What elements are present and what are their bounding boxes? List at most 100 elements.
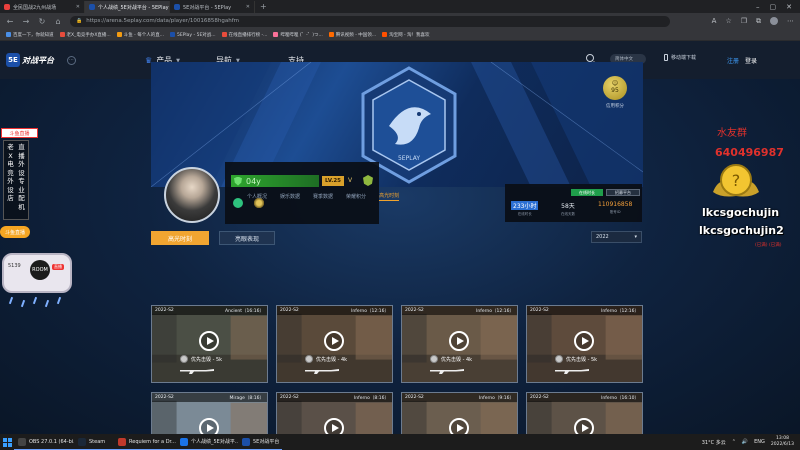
bookmark-icon	[328, 32, 334, 37]
screen: 全民国战2九州战场✕ 个人战绩_5E对战平台 - 5EPlay✕ 5E对战平台 …	[0, 0, 800, 450]
stream-overlay-right: 水友群 640496987 ? lkcsgochujin lkcsgochuji…	[699, 120, 800, 260]
year-select[interactable]: 2022 ▾	[591, 231, 642, 243]
tab-season[interactable]: 赛季数据	[313, 193, 333, 200]
login-link[interactable]: 登录	[745, 56, 757, 65]
bookmark-item[interactable]: 淘宝网 - 淘！我喜欢	[382, 32, 430, 38]
maximize-icon[interactable]: ▢	[770, 3, 777, 11]
rank-badge-icon[interactable]	[363, 175, 373, 186]
highlights-button[interactable]: 高光时刻	[151, 231, 209, 245]
forward-icon[interactable]: →	[22, 17, 30, 26]
taskbar-app[interactable]: Requiem for a Dr...	[114, 434, 176, 450]
stream-overlay-card: 5139 ROOM 直播	[2, 253, 72, 293]
close-icon[interactable]: ✕	[76, 4, 80, 10]
language-indicator[interactable]: ENG	[754, 439, 765, 445]
clock[interactable]: 13:08 2022/6/13	[771, 436, 794, 448]
site-logo[interactable]: 5E 对战平台	[6, 53, 54, 67]
tab-highlights[interactable]: 高光时刻	[379, 192, 400, 201]
toolbar-icons: A ☆ ❐ ⧉ ⋯	[712, 16, 794, 26]
full-note: (已满) (已满)	[755, 243, 782, 248]
browser-tab-1[interactable]: 全民国战2九州战场 ✕	[0, 1, 85, 13]
windows-start-icon[interactable]	[0, 434, 14, 450]
performance-button[interactable]: 亮眼表现	[219, 231, 275, 245]
credit-coin-icon: ☺ 95	[603, 76, 627, 100]
taskbar-app[interactable]: OBS 27.0.1 (64-bi...	[14, 434, 74, 450]
tab-honor[interactable]: 荣耀积分	[346, 193, 366, 200]
bookmark-item[interactable]: 斗鱼 - 每个人的直...	[116, 32, 164, 38]
card-header: 2022-S2 Inferno（16:10）	[527, 393, 642, 402]
medal-icon	[430, 355, 438, 363]
shield-icon	[234, 176, 242, 186]
extensions-icon[interactable]: ⧉	[756, 17, 761, 26]
gold-coin-icon: ?	[713, 164, 759, 197]
taskbar-app[interactable]: 个人战绩_5E对战平...	[176, 434, 238, 450]
volume-icon[interactable]: 🔊	[742, 439, 748, 445]
minimize-icon[interactable]: –	[756, 3, 760, 11]
bookmark-icon	[6, 32, 11, 37]
bookmark-item[interactable]: 5EPlay - 5E对战...	[170, 32, 216, 38]
shop-text-2: 直播外设专业配机	[18, 143, 25, 211]
card-header: 2022-S2 Mirage（8:16）	[152, 393, 267, 402]
play-icon[interactable]	[574, 331, 594, 351]
bookmark-icon	[273, 32, 279, 37]
home-icon[interactable]: ⌂	[54, 17, 62, 26]
logo-menu-icon[interactable]: ⋯	[67, 56, 76, 65]
tab-overview[interactable]: 个人概况	[247, 193, 267, 200]
highlight-card[interactable]: 2022-S2 Ancient（16:16） 优先击毁 - 5k	[151, 305, 268, 383]
collections-icon[interactable]: ❐	[741, 17, 747, 26]
level-vip: V	[348, 177, 353, 184]
browser-tab-2[interactable]: 个人战绩_5E对战平台 - 5EPlay✕	[85, 1, 170, 13]
medal-icon	[555, 355, 563, 363]
svg-text:5EPLAY: 5EPLAY	[398, 155, 420, 162]
bookmark-item[interactable]: 哔哩哔哩 (゜-゜)つ...	[273, 32, 323, 38]
system-tray: 31°C 多云 ⌃ 🔊 ENG 13:08 2022/6/13	[702, 436, 800, 448]
highlight-card[interactable]: 2022-S2 Inferno（12:16） 优先击毁 - 4k	[276, 305, 393, 383]
reload-icon[interactable]: ↻	[38, 17, 46, 26]
close-icon[interactable]: ✕	[246, 4, 250, 10]
wechat-id-2: lkcsgochujin2	[699, 224, 784, 237]
bookmarks-bar: 百度一下，你就知道 老X_电竞手办X直播... 斗鱼 - 每个人的直... 5E…	[0, 29, 800, 41]
bookmark-item[interactable]: 在线直播排行榜 -...	[221, 32, 267, 38]
card-header: 2022-S2 Ancient（16:16）	[152, 306, 267, 315]
bookmark-item[interactable]: 腾讯视频 - 中国领...	[328, 32, 376, 38]
medal-icon	[180, 355, 188, 363]
taskbar-app[interactable]: 5E对战平台	[238, 434, 282, 450]
new-tab-icon[interactable]: +	[255, 1, 272, 13]
search-icon[interactable]	[586, 54, 594, 62]
tab-entertainment[interactable]: 娱乐数据	[280, 193, 300, 200]
profile-avatar[interactable]	[770, 16, 778, 25]
stream-overlay-shop: 老X电竞外设店 直播外设专业配机	[3, 140, 29, 220]
weather-text[interactable]: 31°C 多云	[702, 439, 726, 446]
highlight-card[interactable]: 2022-S2 Inferno（12:16） 优先击毁 - 4k	[401, 305, 518, 383]
play-icon[interactable]	[324, 331, 344, 351]
bookmark-item[interactable]: 百度一下，你就知道	[6, 32, 54, 38]
card-header: 2022-S2 Inferno（12:16）	[527, 306, 642, 315]
more-icon[interactable]: ⋯	[787, 17, 794, 26]
rifle-icon	[555, 369, 589, 374]
fan-group-number: 640496987	[715, 146, 784, 159]
taskbar-app[interactable]: Steam	[74, 434, 114, 450]
lock-icon: 🔒	[76, 18, 83, 24]
app-icon	[78, 437, 86, 446]
back-icon[interactable]: ←	[6, 17, 14, 26]
browser-tab-3[interactable]: 5E对战平台 - 5EPlay ✕	[170, 1, 255, 13]
window-controls: – ▢ ✕	[756, 0, 800, 13]
bookmark-item[interactable]: 老X_电竞手办X直播...	[59, 32, 111, 38]
favorite-star-icon[interactable]: ☆	[725, 17, 731, 26]
browser-toolbar: ← → ↻ ⌂ 🔒 https://arena.5eplay.com/data/…	[0, 13, 800, 29]
bookmark-icon	[382, 32, 388, 37]
play-icon[interactable]	[199, 331, 219, 351]
close-window-icon[interactable]: ✕	[786, 3, 792, 11]
read-aloud-icon[interactable]: A	[712, 17, 717, 26]
mobile-download[interactable]: 移动端下载	[664, 54, 696, 61]
stream-overlay-label: 斗鱼直播	[1, 128, 38, 138]
phone-icon	[664, 54, 668, 61]
play-icon[interactable]	[449, 331, 469, 351]
credit-score[interactable]: ☺ 95 信用积分	[603, 76, 627, 109]
browser-tab-bar: 全民国战2九州战场✕ 个人战绩_5E对战平台 - 5EPlay✕ 5E对战平台 …	[0, 0, 800, 13]
address-bar[interactable]: 🔒 https://arena.5eplay.com/data/player/1…	[70, 15, 670, 27]
tray-up-icon[interactable]: ⌃	[732, 439, 736, 445]
highlight-card[interactable]: 2022-S2 Inferno（12:16） 优先击毁 - 5k	[526, 305, 643, 383]
register-link[interactable]: 注册	[727, 56, 739, 65]
card-header: 2022-S2 Inferno（8:16）	[277, 393, 392, 402]
level-badge: LV.25	[322, 176, 344, 186]
